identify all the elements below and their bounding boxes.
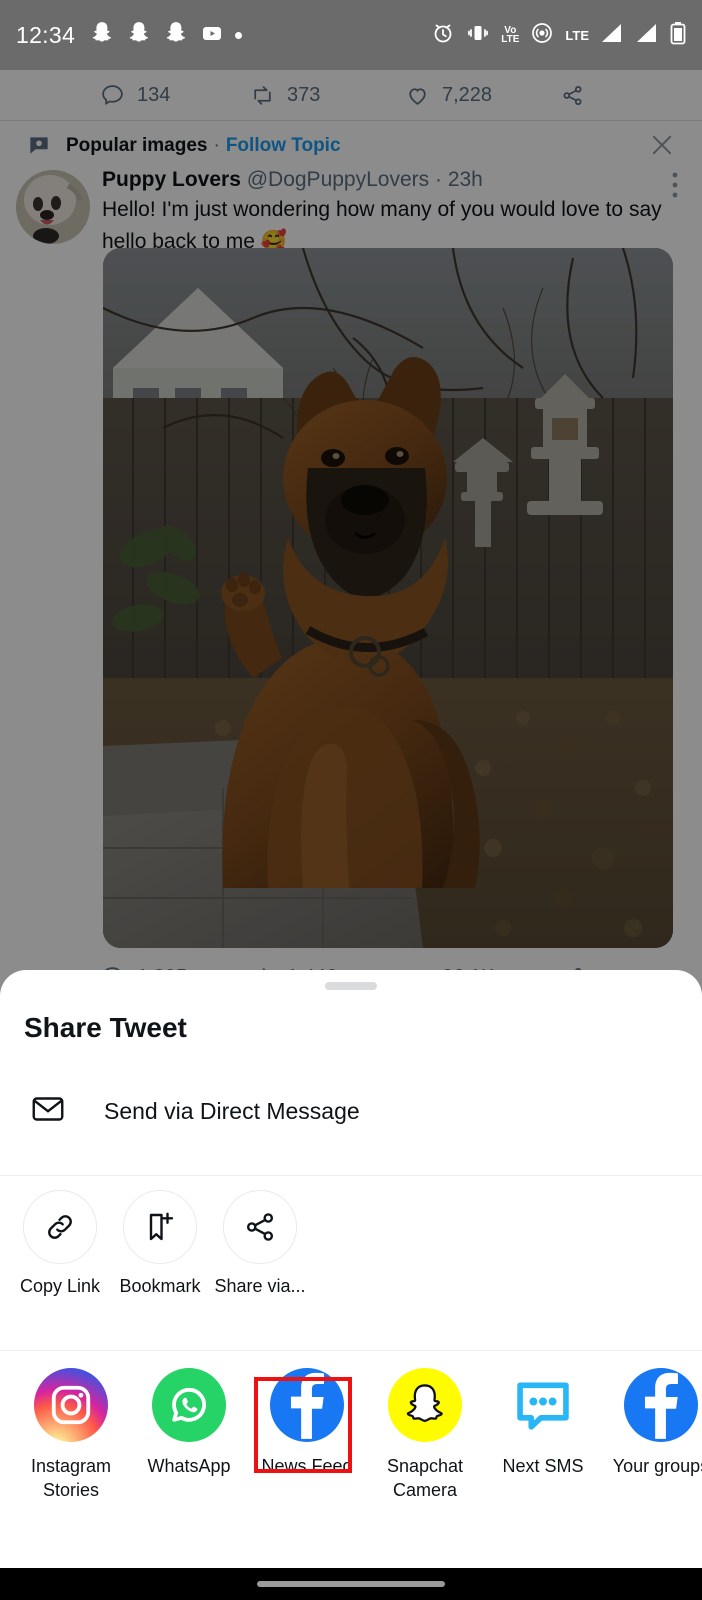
tweet-image[interactable] — [103, 248, 673, 948]
copy-link-label: Copy Link — [19, 1276, 101, 1296]
bookmark-button[interactable]: Bookmark — [110, 1190, 210, 1310]
facebook-icon — [624, 1368, 698, 1442]
battery-icon — [670, 21, 686, 50]
sheet-title: Share Tweet — [24, 1012, 187, 1043]
volte-icon: Vo LTE — [501, 25, 520, 45]
lte-icon: LTE — [565, 27, 589, 43]
share-via-label: Share via... — [214, 1276, 306, 1296]
bookmark-label: Bookmark — [119, 1276, 201, 1296]
gesture-pill[interactable] — [257, 1581, 445, 1587]
sms-icon — [506, 1368, 580, 1442]
share-target-whatsapp[interactable]: WhatsApp — [130, 1368, 248, 1528]
snapchat-icon — [89, 20, 115, 51]
like-count-top: 7,228 — [442, 83, 493, 106]
sheet-divider-1 — [0, 1175, 702, 1176]
snapchat-icon — [126, 20, 152, 51]
quick-actions-row: Copy Link Bookmark Share via... — [0, 1190, 702, 1310]
alarm-icon — [431, 21, 455, 50]
news-feed-label: News Feed — [261, 1456, 353, 1476]
like-action-top[interactable]: 7,228 — [405, 83, 560, 108]
feed-divider-1 — [0, 120, 702, 121]
status-bar: 12:34 Vo LTE LTE — [0, 0, 702, 70]
envelope-icon — [30, 1091, 66, 1132]
hotspot-icon — [530, 21, 554, 50]
share-action-top[interactable] — [560, 83, 585, 108]
heart-icon — [409, 87, 426, 105]
retweet-count-top: 373 — [287, 83, 321, 106]
signal-icon — [600, 22, 624, 49]
copy-link-button[interactable]: Copy Link — [10, 1190, 110, 1310]
tweet-author-handle[interactable]: @DogPuppyLovers — [247, 168, 429, 191]
link-icon — [23, 1190, 97, 1264]
reply-icon — [102, 84, 123, 105]
reply-count-top: 134 — [137, 83, 171, 106]
tweet-header: Puppy Lovers @DogPuppyLovers · 23h — [102, 168, 483, 192]
tweet-top-engagement-row: 134 373 7,228 — [0, 70, 702, 120]
share-target-snapchat-camera[interactable]: Snapchat Camera — [366, 1368, 484, 1528]
tweet-author-name[interactable]: Puppy Lovers — [102, 168, 241, 191]
snapchat-icon — [163, 20, 189, 51]
send-via-direct-message-row[interactable]: Send via Direct Message — [0, 1075, 702, 1147]
topic-badge-icon — [26, 133, 52, 164]
sheet-divider-2 — [0, 1350, 702, 1351]
tweet-timestamp: 23h — [447, 168, 483, 191]
vibrate-icon — [466, 21, 490, 50]
signal-icon — [635, 22, 659, 49]
status-clock: 12:34 — [16, 21, 76, 48]
avatar[interactable] — [16, 170, 90, 244]
youtube-icon — [200, 21, 224, 50]
snapchat-icon — [388, 1368, 462, 1442]
instagram-stories-label: Instagram Stories — [30, 1456, 112, 1500]
dot-indicator — [235, 31, 243, 39]
bookmark-add-icon — [123, 1190, 197, 1264]
share-targets-row: Instagram Stories WhatsApp News Feed Sna… — [0, 1368, 702, 1528]
follow-topic-link[interactable]: Follow Topic — [226, 135, 341, 157]
share-target-your-groups[interactable]: Your groups — [602, 1368, 702, 1528]
share-via-button[interactable]: Share via... — [210, 1190, 310, 1310]
tweet-separator: · — [434, 168, 442, 191]
navigation-bar — [0, 1568, 702, 1600]
snapchat-camera-label: Snapchat Camera — [386, 1456, 464, 1500]
retweet-icon — [254, 85, 271, 105]
reply-action-top[interactable]: 134 — [100, 83, 250, 108]
share-target-next-sms[interactable]: Next SMS — [484, 1368, 602, 1528]
whatsapp-label: WhatsApp — [147, 1456, 231, 1476]
share-target-news-feed[interactable]: News Feed — [248, 1368, 366, 1528]
share-icon — [563, 85, 582, 105]
your-groups-label: Your groups — [612, 1456, 702, 1476]
facebook-icon — [270, 1368, 344, 1442]
topic-name: Popular images — [66, 135, 208, 156]
sheet-drag-handle[interactable] — [325, 982, 377, 990]
retweet-action-top[interactable]: 373 — [250, 83, 405, 108]
topic-separator: · — [213, 135, 220, 156]
instagram-icon — [34, 1368, 108, 1442]
whatsapp-icon — [152, 1368, 226, 1442]
dm-label: Send via Direct Message — [104, 1097, 360, 1124]
next-sms-label: Next SMS — [502, 1456, 584, 1476]
share-target-instagram-stories[interactable]: Instagram Stories — [12, 1368, 130, 1528]
topic-header: Popular images · Follow Topic — [0, 128, 702, 164]
overflow-menu-icon[interactable] — [672, 172, 678, 203]
share-icon — [223, 1190, 297, 1264]
phone-screen: 134 373 7,228 Popular images · Follow To… — [0, 0, 702, 1600]
close-icon[interactable] — [648, 131, 676, 164]
